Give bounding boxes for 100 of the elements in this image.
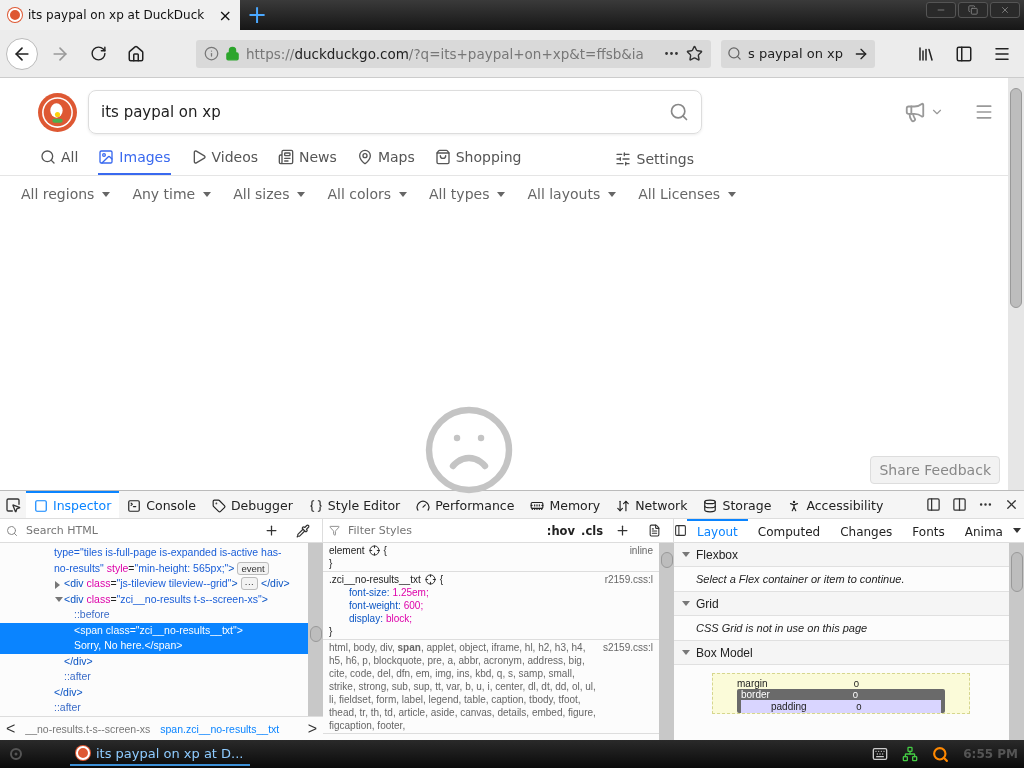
document-icon	[647, 524, 661, 537]
filter-dropdown[interactable]: Any time	[132, 186, 212, 202]
css-declaration[interactable]: font-size: 1.25em;	[329, 586, 653, 599]
markup-line[interactable]: <div class="js-tileview tileview--grid"> ··· </div>	[0, 576, 308, 592]
back-button[interactable]	[6, 37, 38, 70]
markup-line[interactable]: </div>	[0, 653, 308, 669]
devtools-tab[interactable]: Accessibility	[779, 491, 892, 518]
margin-box[interactable]: margin 0 border 0 padding 0	[712, 673, 970, 714]
rule-source[interactable]: inline	[629, 544, 653, 557]
devtools-tab[interactable]: Network	[608, 491, 696, 518]
sidebar-tab[interactable]: Fonts	[902, 519, 955, 542]
markup-line[interactable]: ::after	[0, 700, 308, 716]
section-header[interactable]: Grid	[674, 592, 1009, 616]
settings-link[interactable]: Settings	[614, 143, 694, 175]
browser-tab[interactable]: its paypal on xp at DuckDuck ×	[0, 0, 240, 30]
scrollbar[interactable]	[308, 543, 323, 716]
devtools-tab[interactable]: Performance	[408, 491, 523, 518]
breadcrumb[interactable]: __no-results.t-s--screen-xs	[25, 722, 151, 735]
page-scrollbar[interactable]	[1008, 78, 1024, 490]
padding-box[interactable]: padding 0	[741, 700, 941, 713]
new-tab-button[interactable]: +	[242, 0, 272, 30]
hov-button[interactable]: :hov	[546, 523, 575, 538]
search-tab[interactable]: All	[40, 143, 79, 175]
filter-dropdown[interactable]: All Licenses	[638, 186, 737, 202]
site-icon	[8, 8, 22, 22]
search-tab[interactable]: Shopping	[434, 143, 522, 175]
rule-selector: element	[329, 544, 365, 557]
panel-toggle-button[interactable]	[674, 524, 687, 537]
cls-button[interactable]: .cls	[581, 523, 603, 538]
search-tab[interactable]: Images	[98, 143, 171, 175]
scrollbar[interactable]	[1009, 543, 1024, 740]
search-icon[interactable]	[932, 745, 950, 763]
filter-styles-field[interactable]: Filter Styles	[346, 523, 541, 538]
map-pin-icon	[356, 149, 373, 165]
address-bar[interactable]: https://duckduckgo.com/?q=its+paypal+on+xp&t=ffsb&ia	[196, 39, 711, 68]
crosshair-icon[interactable]	[424, 574, 436, 585]
next-button[interactable]: >	[307, 719, 317, 738]
previous-button[interactable]: <	[6, 719, 16, 738]
network-icon[interactable]	[902, 746, 919, 762]
search-icon	[40, 149, 56, 165]
panel-icon	[674, 524, 687, 537]
keyboard-icon[interactable]	[872, 746, 889, 762]
devtools-tab[interactable]: Debugger	[203, 491, 301, 518]
devtools-tab[interactable]: Style Editor	[300, 491, 409, 518]
markup-line[interactable]: type="tiles is-full-page is-expanded is-active has-	[0, 545, 308, 561]
rule-selector: html, body, div, span, applet, object, iframe, hl, h2, h3, h4, h5, h6, p, blockquote, pre, a, abbr, acronym, address, big, cite, code, del, dfn, em, img, ins, kbd, q, s, samp, small, strike, strong, sub, sup, tt, var, b, u, i, center, dl, dt, dd, ol, ul, li, fieldset, form, label, legend, table, caption, tbody, tfoot, thead, tr, th, td, article, aside, canvas, details, embed, figure, figcaption, footer,	[329, 641, 597, 732]
filter-dropdown[interactable]: All regions	[21, 186, 111, 202]
rule-source[interactable]: r2159.css:l	[604, 573, 653, 586]
devtools-tab[interactable]: Memory	[522, 491, 609, 518]
taskbar-task[interactable]: its paypal on xp at D...	[70, 742, 250, 766]
search-field[interactable]: its paypal on xp	[88, 90, 702, 134]
menu-icon[interactable]	[974, 102, 994, 122]
filter-dropdown[interactable]: All layouts	[527, 186, 617, 202]
database-icon	[703, 498, 718, 513]
search-icon[interactable]	[669, 102, 689, 122]
filter-dropdown[interactable]: All types	[429, 186, 506, 202]
border-box[interactable]: border 0 padding 0	[737, 689, 945, 713]
lock-icon	[225, 46, 240, 61]
markup-line[interactable]: ::before	[0, 607, 308, 623]
filter-dropdown[interactable]: All colors	[327, 186, 408, 202]
search-tab[interactable]: News	[278, 143, 337, 175]
markup-line[interactable]: </div>	[0, 684, 308, 700]
filter-dropdown[interactable]: All sizes	[233, 186, 306, 202]
rule-selector: .zci__no-results__txt	[329, 573, 421, 586]
scrollbar[interactable]	[659, 543, 674, 740]
star-icon[interactable]	[686, 45, 703, 62]
css-declaration[interactable]: font-weight: 600;	[329, 599, 653, 612]
sliders-icon	[614, 151, 631, 167]
markup-line[interactable]: ::after	[0, 669, 308, 685]
search-field[interactable]: s paypal on xp	[721, 39, 875, 68]
duck-logo[interactable]	[37, 91, 78, 133]
section-header[interactable]: Flexbox	[674, 543, 1009, 567]
section-header[interactable]: Box Model	[674, 641, 1009, 665]
close-button[interactable]	[990, 2, 1020, 18]
sidebar-tab[interactable]: Computed	[747, 519, 831, 542]
breadcrumb[interactable]: span.zci__no-results__txt	[160, 722, 280, 735]
sidebar-tab[interactable]: Changes	[830, 519, 903, 542]
home-icon	[127, 44, 145, 63]
eyedropper-icon	[296, 523, 310, 538]
devtools-tab[interactable]: Storage	[695, 491, 780, 518]
markup-line[interactable]: <div class="zci__no-results t-s--screen-xs">	[0, 591, 308, 607]
plus-icon	[614, 523, 630, 538]
search-html-field[interactable]: Search HTML	[24, 523, 252, 538]
caret-icon[interactable]	[1012, 528, 1021, 533]
megaphone-icon[interactable]	[904, 101, 944, 123]
rule-source[interactable]: s2159.css:l	[602, 641, 653, 654]
devtools-tab[interactable]: Console	[119, 491, 204, 518]
gauge-icon	[416, 498, 431, 513]
info-icon	[204, 46, 219, 61]
terminal-icon	[127, 498, 142, 513]
search-tab[interactable]: Videos	[190, 143, 259, 175]
sidebar-tab[interactable]: Anima	[954, 519, 1013, 542]
css-declaration[interactable]: display: block;	[329, 612, 653, 625]
search-tab[interactable]: Maps	[356, 143, 415, 175]
markup-line[interactable]: no-results" style="min-height: 565px;"> event	[0, 560, 308, 576]
crosshair-icon[interactable]	[368, 545, 380, 556]
plus-icon	[263, 523, 279, 538]
devtools-tab[interactable]: Inspector	[26, 491, 120, 518]
restore-button[interactable]	[958, 2, 988, 18]
close-tab-button[interactable]: ×	[218, 5, 232, 25]
